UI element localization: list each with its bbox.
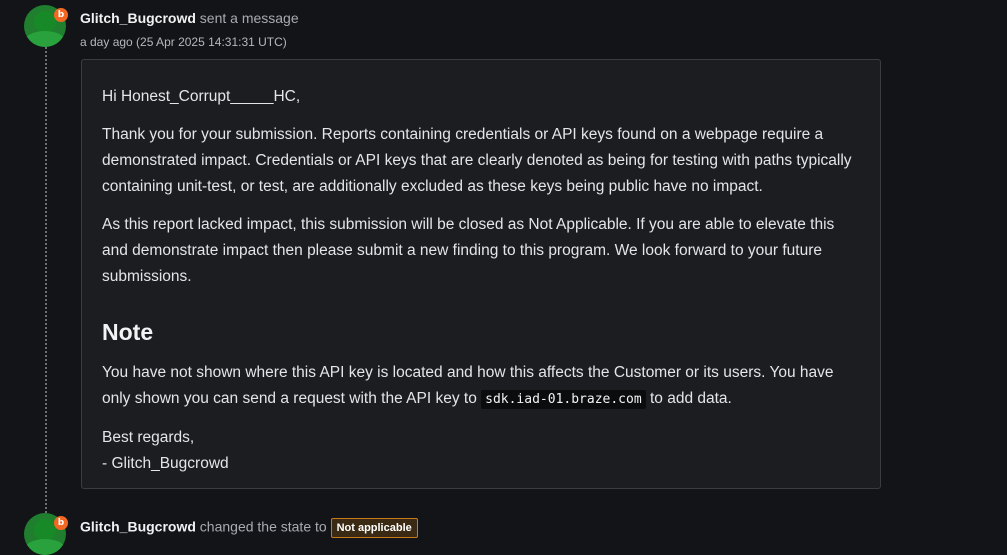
message-closing: Best regards, - Glitch_Bugcrowd	[102, 425, 860, 477]
message-paragraph: Thank you for your submission. Reports c…	[102, 126, 852, 195]
note-text: to add data.	[645, 390, 732, 407]
event-action: sent a message	[199, 10, 299, 26]
author-name[interactable]: Glitch_Bugcrowd	[80, 519, 196, 535]
event-action: changed the state to	[199, 518, 327, 535]
state-badge: Not applicable	[330, 518, 418, 538]
message-body: Hi Honest_Corrupt_____HC, Thank you for …	[81, 59, 881, 489]
bugcrowd-badge-icon: b	[54, 516, 68, 530]
bugcrowd-badge-icon: b	[54, 8, 68, 22]
timeline-line	[45, 44, 47, 520]
closing-text: Best regards,	[102, 429, 195, 446]
note-paragraph: You have not shown where this API key is…	[102, 360, 860, 413]
author-name[interactable]: Glitch_Bugcrowd	[80, 10, 196, 26]
event-timestamp: a day ago (25 Apr 2025 14:31:31 UTC)	[80, 35, 287, 49]
message-greeting: Hi Honest_Corrupt_____HC,	[102, 88, 301, 105]
event-header: Glitch_Bugcrowd sent a message	[80, 10, 299, 26]
signature-text: - Glitch_Bugcrowd	[102, 455, 229, 472]
message-paragraph: As this report lacked impact, this submi…	[102, 216, 835, 285]
event-header: Glitch_Bugcrowd changed the state to Not…	[80, 518, 418, 538]
api-host-code: sdk.iad-01.braze.com	[481, 390, 646, 409]
note-heading: Note	[102, 319, 154, 345]
